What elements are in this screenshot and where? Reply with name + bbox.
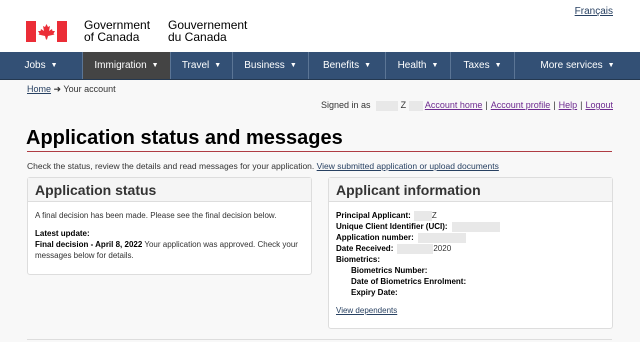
breadcrumb-current: Your account [63, 84, 116, 94]
menu-label: Jobs [24, 60, 46, 71]
section-divider [27, 339, 612, 340]
intro-description: Check the status, review the details and… [27, 161, 315, 171]
menu-label: Travel [181, 60, 210, 71]
menu-label: Health [397, 60, 427, 71]
menu-item-health[interactable]: Health ▼ [386, 52, 451, 79]
field-label: Application number: [336, 233, 414, 242]
chevron-down-icon: ▼ [607, 62, 615, 69]
field-label: Date Received: [336, 244, 394, 253]
biometrics-label: Biometrics: [336, 255, 381, 264]
account-links: Account home | Account profile | Help | Logout [425, 100, 613, 110]
redacted-value [417, 232, 466, 243]
applicant-information-panel: Applicant information Principal Applican… [328, 177, 613, 329]
title-underline [27, 151, 612, 152]
arrow-right-icon: ➜ [53, 84, 64, 94]
final-decision-text: Final decision - April 8, 2022 Your appl… [35, 239, 304, 261]
wordmark-en-line2: of Canada [84, 30, 140, 44]
intro-text: Check the status, review the details and… [27, 161, 499, 171]
site-header: Français Government of Canada Gouverneme… [0, 0, 640, 52]
chevron-down-icon: ▼ [214, 62, 222, 69]
panel-body: Principal Applicant: Z Unique Client Iden… [329, 202, 612, 324]
final-decision-label: Final decision - April 8, 2022 [35, 240, 143, 249]
divider: | [485, 100, 488, 110]
biometrics-number-label: Biometrics Number: [351, 266, 428, 275]
menu-item-taxes[interactable]: Taxes ▼ [451, 52, 515, 79]
divider: | [553, 100, 556, 110]
menu-item-immigration[interactable]: Immigration ▼ [83, 52, 171, 79]
chevron-down-icon: ▼ [50, 62, 58, 69]
main-menu: Jobs ▼ Immigration ▼ Travel ▼ Business ▼ Ben… [0, 52, 640, 80]
field-value: 2020 [433, 244, 452, 253]
menu-label: Taxes [463, 60, 490, 71]
expiry-date-label: Expiry Date: [351, 288, 398, 297]
redacted-name [408, 100, 423, 111]
account-profile-link[interactable]: Account profile [491, 100, 551, 110]
view-dependents-link[interactable]: View dependents [336, 306, 397, 315]
menu-label: Benefits [322, 60, 360, 71]
menu-item-travel[interactable]: Travel ▼ [171, 52, 233, 79]
wordmark-fr-line2: du Canada [168, 30, 227, 44]
chevron-down-icon: ▼ [494, 62, 502, 69]
decision-message: A final decision has been made. Please s… [35, 211, 277, 220]
redacted-value [397, 243, 434, 254]
panel-heading: Applicant information [329, 178, 612, 202]
date-received-row: Date Received: 2020 [336, 243, 605, 254]
page-title: Application status and messages [26, 127, 343, 149]
field-value: Z [431, 211, 437, 220]
panel-heading: Application status [28, 178, 311, 202]
signed-in-name-suffix: Z [400, 100, 407, 110]
view-application-link[interactable]: View submitted application or upload doc… [317, 161, 499, 171]
menu-item-jobs[interactable]: Jobs ▼ [0, 52, 83, 79]
redacted-name [376, 100, 399, 111]
field-label: Unique Client Identifier (UCI): [336, 222, 448, 231]
application-number-row: Application number: [336, 232, 605, 243]
uci-row: Unique Client Identifier (UCI): [336, 221, 605, 232]
chevron-down-icon: ▼ [364, 62, 372, 69]
biometrics-date-label: Date of Biometrics Enrolment: [351, 277, 467, 286]
menu-label: Business [244, 60, 285, 71]
signed-in-label: Signed in as [321, 100, 371, 110]
field-label: Principal Applicant: [336, 211, 411, 220]
chevron-down-icon: ▼ [151, 62, 159, 69]
breadcrumb-home-link[interactable]: Home [27, 84, 51, 94]
principal-applicant-row: Principal Applicant: Z [336, 210, 605, 221]
signed-in-status: Signed in as Z [321, 100, 423, 111]
chevron-down-icon: ▼ [431, 62, 439, 69]
menu-item-more-services[interactable]: More services ▼ [515, 52, 640, 79]
breadcrumb: Home ➜ Your account [27, 84, 116, 95]
help-link[interactable]: Help [559, 100, 578, 110]
logout-link[interactable]: Logout [585, 100, 613, 110]
divider: | [580, 100, 583, 110]
canada-flag-icon [26, 21, 67, 42]
panel-body: A final decision has been made. Please s… [28, 202, 311, 269]
wordmark-french[interactable]: Gouvernement du Canada [168, 19, 247, 43]
language-toggle-link[interactable]: Français [575, 6, 613, 17]
menu-item-business[interactable]: Business ▼ [233, 52, 309, 79]
application-status-panel: Application status A final decision has … [27, 177, 312, 275]
wordmark-english[interactable]: Government of Canada [84, 19, 150, 43]
menu-label: Immigration [94, 60, 147, 71]
redacted-value [413, 210, 432, 221]
chevron-down-icon: ▼ [289, 62, 297, 69]
redacted-value [451, 221, 500, 232]
menu-label: More services [540, 60, 603, 71]
account-home-link[interactable]: Account home [425, 100, 483, 110]
latest-update-label: Latest update: [35, 229, 90, 238]
menu-item-benefits[interactable]: Benefits ▼ [309, 52, 386, 79]
